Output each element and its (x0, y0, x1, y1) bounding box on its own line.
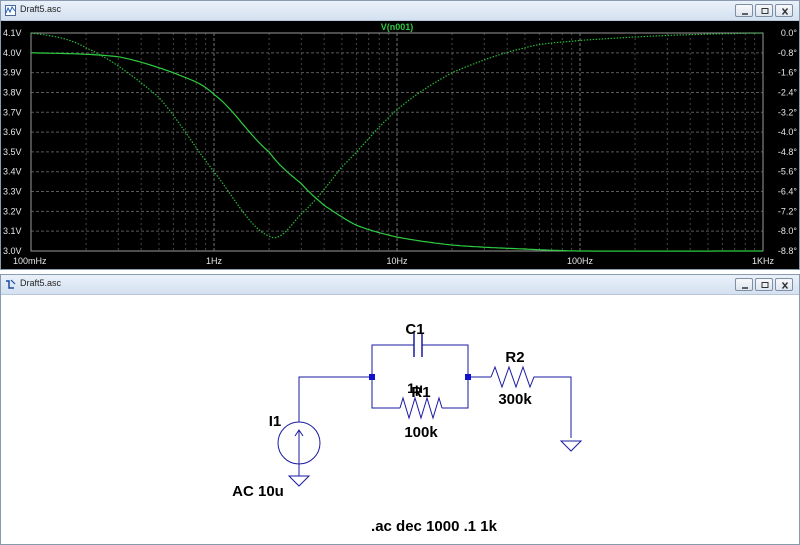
schematic-drawing[interactable]: C1 1µ R1 R1 100k R2 300k I1 AC 10u .ac d… (1, 295, 799, 544)
junction-node[interactable] (369, 374, 375, 380)
y-left-tick-label: 3.0V (3, 246, 22, 256)
y-left-tick-label: 3.7V (3, 107, 22, 117)
trace-label[interactable]: V(n001) (381, 22, 414, 32)
maximize-button[interactable] (755, 4, 773, 17)
ground-symbol (287, 475, 311, 487)
waveform-window[interactable]: Draft5.asc 4.1V 4.0V 3.9V 3.8V 3.7V 3.6V 3.5V 3… (0, 0, 800, 270)
i1-value-label[interactable]: AC 10u (232, 483, 284, 500)
minimize-button[interactable] (735, 4, 753, 17)
r1-name-label-visible[interactable]: R1 (411, 384, 430, 401)
spice-directive[interactable]: .ac dec 1000 .1 1k (371, 518, 498, 535)
c1-name-label[interactable]: C1 (405, 321, 424, 338)
x-tick-label: 1KHz (752, 256, 775, 266)
y-right-tick-label: -5.6° (778, 167, 798, 177)
y-right-tick-label: -8.8° (778, 246, 798, 256)
current-source-arrow-icon (294, 429, 304, 453)
y-left-tick-label: 3.1V (3, 226, 22, 236)
i1-name-label[interactable]: I1 (269, 413, 282, 430)
y-right-tick-label: -3.2° (778, 107, 798, 117)
x-tick-label: 1Hz (206, 256, 223, 266)
y-left-tick-label: 3.4V (3, 167, 22, 177)
y-left-tick-label: 3.3V (3, 187, 22, 197)
wire[interactable] (442, 377, 469, 409)
junction-node[interactable] (465, 374, 471, 380)
wire[interactable] (422, 344, 469, 377)
minimize-button[interactable] (735, 278, 753, 291)
y-right-tick-label: 0.0° (781, 28, 798, 38)
minimize-icon (742, 13, 748, 15)
bode-plot-chart[interactable]: 4.1V 4.0V 3.9V 3.8V 3.7V 3.6V 3.5V 3.4V 3.3V 3.2V… (1, 21, 799, 269)
y-left-tick-label: 4.0V (3, 48, 22, 58)
schematic-window-icon (6, 279, 16, 289)
schematic-window-title: Draft5.asc (20, 278, 62, 288)
wire[interactable] (371, 377, 400, 409)
y-left-tick-label: 4.1V (3, 28, 22, 38)
close-button[interactable] (775, 4, 793, 17)
close-icon (781, 8, 789, 15)
plot-area[interactable]: 4.1V 4.0V 3.9V 3.8V 3.7V 3.6V 3.5V 3.4V 3.3V 3.2V… (1, 21, 799, 269)
resistor-r1-symbol[interactable] (399, 396, 443, 420)
y-left-tick-label: 3.9V (3, 68, 22, 78)
y-right-tick-label: -8.0° (778, 226, 798, 236)
schematic-canvas[interactable]: C1 1µ R1 R1 100k R2 300k I1 AC 10u .ac d… (1, 295, 799, 544)
ground-symbol (559, 440, 583, 452)
schematic-title-bar[interactable]: Draft5.asc (1, 275, 799, 295)
y-left-tick-label: 3.5V (3, 147, 22, 157)
y-left-tick-label: 3.8V (3, 87, 22, 97)
waveform-title-bar[interactable]: Draft5.asc (1, 1, 799, 21)
close-icon (781, 282, 789, 289)
y-right-tick-label: -2.4° (778, 87, 798, 97)
restore-icon (761, 8, 769, 14)
wire[interactable] (298, 376, 372, 422)
x-tick-label: 100Hz (567, 256, 594, 266)
y-right-tick-label: -7.2° (778, 206, 798, 216)
maximize-button[interactable] (755, 278, 773, 291)
wire[interactable] (371, 344, 414, 377)
restore-icon (761, 282, 769, 288)
x-tick-label: 100mHz (13, 256, 47, 266)
r2-name-label[interactable]: R2 (505, 349, 524, 366)
y-right-tick-label: -4.8° (778, 147, 798, 157)
minimize-icon (742, 287, 748, 289)
x-tick-label: 10Hz (386, 256, 408, 266)
waveform-window-icon (5, 5, 16, 16)
waveform-window-title: Draft5.asc (20, 4, 62, 14)
r2-value-label[interactable]: 300k (498, 391, 532, 408)
close-button[interactable] (775, 278, 793, 291)
y-right-tick-label: -6.4° (778, 187, 798, 197)
resistor-r2-symbol[interactable] (490, 365, 536, 389)
r1-value-label[interactable]: 100k (404, 424, 438, 441)
y-left-tick-label: 3.2V (3, 206, 22, 216)
y-right-tick-label: -1.6° (778, 68, 798, 78)
y-right-tick-label: -0.8° (778, 48, 798, 58)
wire[interactable] (536, 376, 572, 438)
y-right-tick-label: -4.0° (778, 127, 798, 137)
y-left-tick-label: 3.6V (3, 127, 22, 137)
schematic-window[interactable]: Draft5.asc C1 1µ R1 100k R2 300k I1 AC 1… (0, 274, 800, 545)
